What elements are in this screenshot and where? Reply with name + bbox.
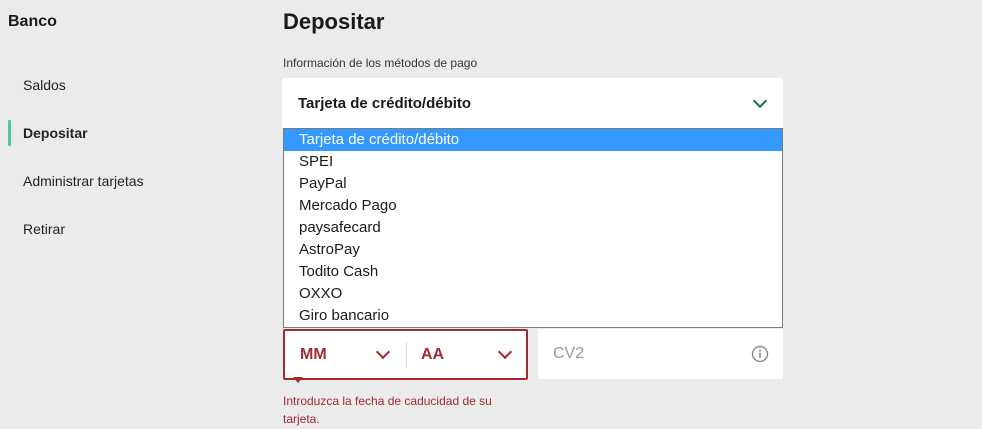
option-label: Giro bancario [299, 307, 390, 324]
dropdown-option-astropay[interactable]: AstroPay [284, 239, 782, 261]
option-label: PayPal [299, 175, 347, 192]
chevron-down-icon [497, 344, 513, 360]
dropdown-option-paysafecard[interactable]: paysafecard [284, 217, 782, 239]
expiry-year-placeholder: AA [421, 346, 445, 363]
sidebar-item-label: Depositar [23, 125, 88, 141]
expiry-error-message: Introduzca la fecha de caducidad de su t… [283, 394, 492, 426]
active-indicator [8, 120, 11, 146]
option-label: paysafecard [299, 219, 381, 236]
option-label: AstroPay [299, 241, 360, 258]
payment-method-dropdown-list: Tarjeta de crédito/débito SPEI PayPal Me… [283, 128, 783, 328]
payment-method-label: Información de los métodos de pago [283, 56, 478, 70]
chevron-down-icon [375, 344, 391, 360]
expiry-year-select[interactable]: AA [407, 331, 526, 378]
sidebar: Banco Saldos Depositar Administrar tarje… [0, 0, 240, 429]
expiry-month-select[interactable]: MM [285, 331, 406, 378]
error-pointer [293, 377, 303, 383]
cv2-field [538, 329, 783, 379]
sidebar-item-label: Administrar tarjetas [23, 173, 144, 189]
sidebar-item-retirar[interactable]: Retirar [0, 214, 230, 244]
dropdown-option-giro-bancario[interactable]: Giro bancario [284, 305, 782, 327]
chevron-down-icon [752, 93, 768, 109]
option-label: SPEI [299, 153, 334, 170]
sidebar-item-label: Saldos [23, 77, 66, 93]
sidebar-item-label: Retirar [23, 221, 66, 237]
option-label: Mercado Pago [299, 197, 397, 214]
option-label: OXXO [299, 285, 343, 302]
expiry-date-field: MM AA [283, 329, 528, 380]
cv2-input[interactable] [538, 329, 753, 379]
info-icon[interactable] [751, 345, 769, 363]
sidebar-item-depositar[interactable]: Depositar [0, 118, 230, 148]
dropdown-option-mercado-pago[interactable]: Mercado Pago [284, 195, 782, 217]
sidebar-item-saldos[interactable]: Saldos [0, 70, 230, 100]
page-title: Depositar [283, 9, 385, 34]
payment-method-value: Tarjeta de crédito/débito [298, 95, 472, 112]
payment-method-select[interactable]: Tarjeta de crédito/débito [282, 78, 783, 128]
option-label: Tarjeta de crédito/débito [299, 131, 460, 148]
dropdown-option-paypal[interactable]: PayPal [284, 173, 782, 195]
sidebar-item-administrar-tarjetas[interactable]: Administrar tarjetas [0, 166, 230, 196]
dropdown-option-todito-cash[interactable]: Todito Cash [284, 261, 782, 283]
dropdown-option-oxxo[interactable]: OXXO [284, 283, 782, 305]
option-label: Todito Cash [299, 263, 379, 280]
dropdown-option-tarjeta[interactable]: Tarjeta de crédito/débito [284, 129, 782, 151]
sidebar-title: Banco [8, 13, 57, 30]
expiry-month-placeholder: MM [300, 346, 327, 363]
dropdown-option-spei[interactable]: SPEI [284, 151, 782, 173]
